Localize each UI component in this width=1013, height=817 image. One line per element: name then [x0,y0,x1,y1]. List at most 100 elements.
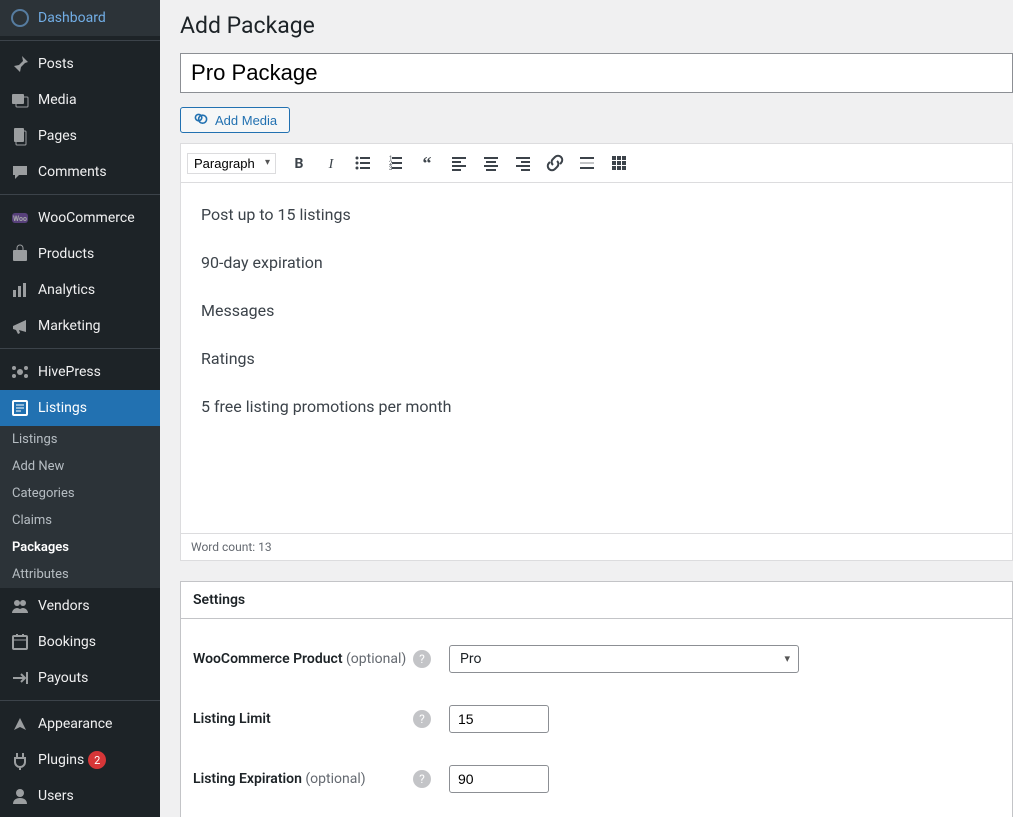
sidebar-separator [0,36,160,41]
sidebar-label: Bookings [38,634,96,650]
woocommerce-product-select[interactable]: Pro [449,645,799,673]
comments-icon [10,162,30,182]
align-right-button[interactable] [508,148,538,178]
listings-submenu: Listings Add New Categories Claims Packa… [0,426,160,588]
sidebar-label: Marketing [38,318,101,334]
submenu-packages[interactable]: Packages [0,534,160,561]
help-icon[interactable]: ? [413,650,431,668]
listing-expiration-input[interactable] [449,765,549,793]
admin-sidebar: Dashboard Posts Media Pages Comments Woo… [0,0,160,817]
sidebar-label: Appearance [38,716,112,732]
sidebar-item-payouts[interactable]: Payouts [0,660,160,696]
editor-body[interactable]: Post up to 15 listings 90-day expiration… [181,183,1012,533]
analytics-icon [10,280,30,300]
pin-icon [10,54,30,74]
settings-panel: Settings WooCommerce Product (optional) … [180,581,1013,817]
sidebar-item-products[interactable]: Products [0,236,160,272]
editor-toolbar: Paragraph B I 123 “ [181,144,1012,183]
svg-text:B: B [295,156,304,172]
numbered-list-button[interactable]: 123 [380,148,410,178]
submenu-listings[interactable]: Listings [0,426,160,453]
blockquote-button[interactable]: “ [412,148,442,178]
sidebar-item-marketing[interactable]: Marketing [0,308,160,344]
word-count: Word count: 13 [191,540,272,554]
svg-text:I: I [328,157,335,172]
submenu-attributes[interactable]: Attributes [0,561,160,588]
link-button[interactable] [540,148,570,178]
sidebar-item-listings[interactable]: Listings [0,390,160,426]
payouts-icon [10,668,30,688]
field-label: WooCommerce Product (optional) [193,651,413,667]
align-left-button[interactable] [444,148,474,178]
listings-icon [10,398,30,418]
add-media-button[interactable]: Add Media [180,107,290,133]
sidebar-label: Dashboard [38,10,106,26]
listing-limit-input[interactable] [449,705,549,733]
editor-line: 90-day expiration [201,251,992,275]
sidebar-label: WooCommerce [38,210,135,226]
settings-panel-heading: Settings [181,582,1012,619]
sidebar-separator [0,696,160,701]
sidebar-item-bookings[interactable]: Bookings [0,624,160,660]
submenu-add-new[interactable]: Add New [0,453,160,480]
editor-line: Messages [201,299,992,323]
submenu-claims[interactable]: Claims [0,507,160,534]
page-heading: Add Package [180,12,1013,39]
sidebar-label: Comments [38,164,107,180]
field-listing-limit: Listing Limit ? [193,689,1000,749]
align-center-button[interactable] [476,148,506,178]
help-icon[interactable]: ? [413,770,431,788]
svg-text:3: 3 [389,165,392,172]
editor: Paragraph B I 123 “ Post up to 15 listin… [180,143,1013,561]
pages-icon [10,126,30,146]
sidebar-label: Plugins [38,752,84,768]
field-woocommerce-product: WooCommerce Product (optional) ? Pro [193,629,1000,689]
sidebar-item-pages[interactable]: Pages [0,118,160,154]
sidebar-label: HivePress [38,364,101,380]
field-label: Listing Expiration (optional) [193,771,413,787]
submenu-categories[interactable]: Categories [0,480,160,507]
woocommerce-icon: Woo [10,208,30,228]
sidebar-item-vendors[interactable]: Vendors [0,588,160,624]
media-icon [193,112,209,128]
products-icon [10,244,30,264]
editor-line: 5 free listing promotions per month [201,395,992,419]
help-icon[interactable]: ? [413,710,431,728]
sidebar-item-media[interactable]: Media [0,82,160,118]
sidebar-label: Analytics [38,282,95,298]
field-listing-expiration: Listing Expiration (optional) ? [193,749,1000,809]
sidebar-label: Payouts [38,670,88,686]
sidebar-separator [0,344,160,349]
read-more-button[interactable] [572,148,602,178]
plugins-update-badge: 2 [88,751,106,769]
editor-line: Post up to 15 listings [201,203,992,227]
sidebar-item-posts[interactable]: Posts [0,46,160,82]
sidebar-item-dashboard[interactable]: Dashboard [0,0,160,36]
sidebar-item-users[interactable]: Users [0,778,160,814]
editor-line: Ratings [201,347,992,371]
sidebar-item-comments[interactable]: Comments [0,154,160,190]
svg-text:Woo: Woo [13,215,27,223]
appearance-icon [10,714,30,734]
format-select-wrap[interactable]: Paragraph [187,153,276,174]
vendors-icon [10,596,30,616]
italic-button[interactable]: I [316,148,346,178]
bold-button[interactable]: B [284,148,314,178]
sidebar-item-appearance[interactable]: Appearance [0,706,160,742]
format-select[interactable]: Paragraph [187,153,276,174]
svg-text:“: “ [423,153,432,173]
bullet-list-button[interactable] [348,148,378,178]
package-title-input[interactable] [180,53,1013,93]
toolbar-toggle-button[interactable] [604,148,634,178]
hivepress-icon [10,362,30,382]
sidebar-label: Users [38,788,74,804]
sidebar-label: Products [38,246,94,262]
sidebar-item-woocommerce[interactable]: Woo WooCommerce [0,200,160,236]
plugins-icon [10,750,30,770]
field-label: Listing Limit [193,711,413,727]
main-content: Add Package Add Media Paragraph B I 123 … [160,0,1013,817]
sidebar-item-hivepress[interactable]: HivePress [0,354,160,390]
sidebar-item-analytics[interactable]: Analytics [0,272,160,308]
megaphone-icon [10,316,30,336]
sidebar-item-plugins[interactable]: Plugins 2 [0,742,160,778]
